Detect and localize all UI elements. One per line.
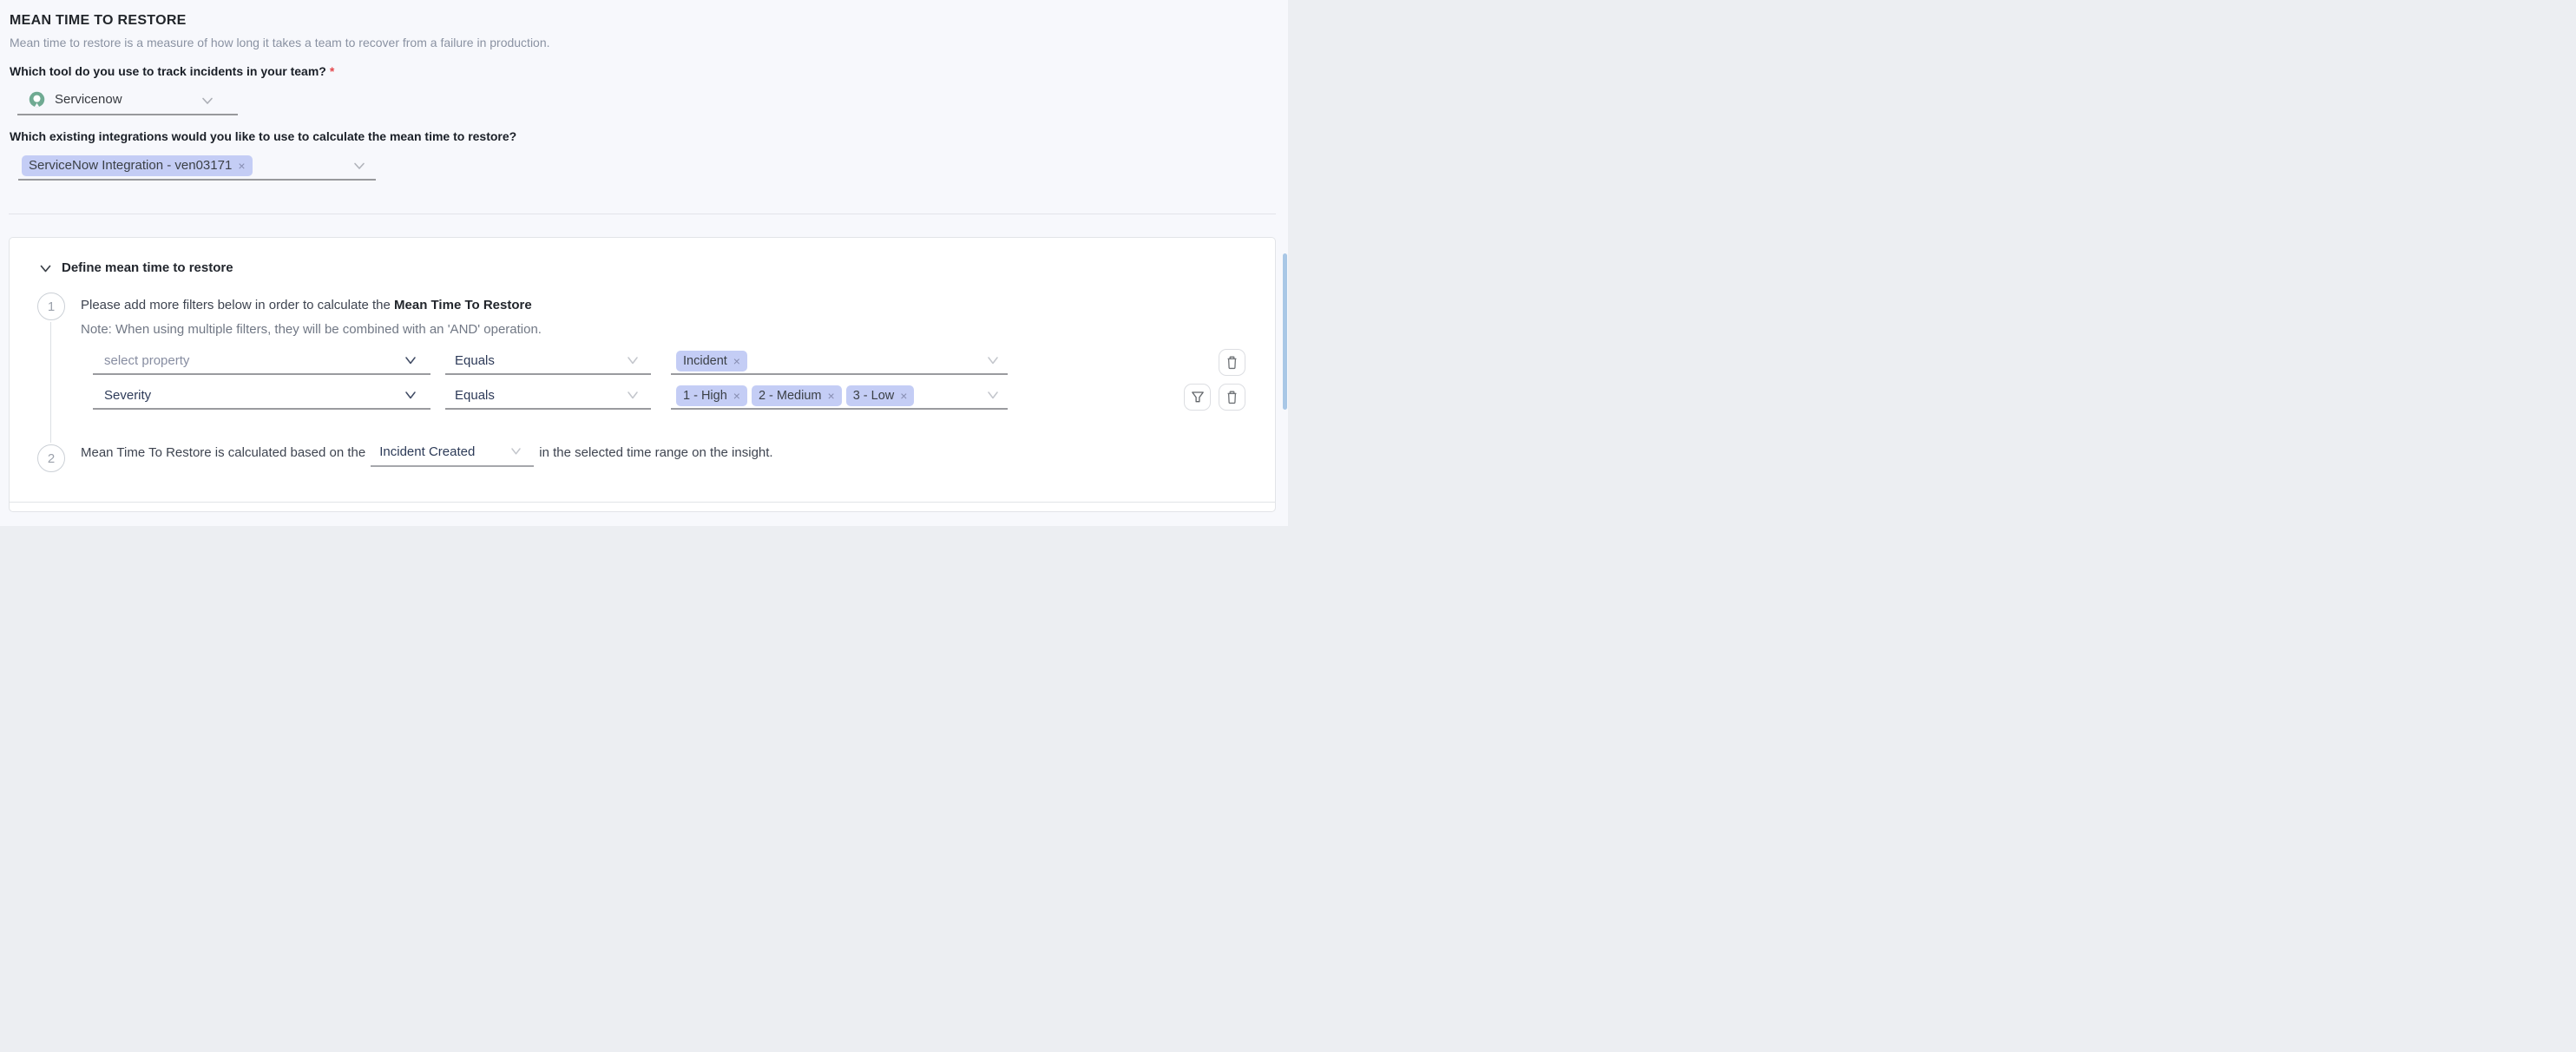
step-1-number: 1 bbox=[48, 299, 55, 314]
operator-select[interactable]: Equals bbox=[445, 383, 651, 410]
operator-select-value: Equals bbox=[455, 353, 495, 368]
integrations-select[interactable]: ServiceNow Integration - ven03171 × bbox=[18, 152, 376, 181]
value-tag[interactable]: 3 - Low × bbox=[846, 385, 915, 406]
page-subtitle: Mean time to restore is a measure of how… bbox=[10, 36, 550, 49]
tag-remove-icon[interactable]: × bbox=[828, 389, 835, 403]
operator-select[interactable]: Equals bbox=[445, 348, 651, 375]
required-asterisk: * bbox=[330, 64, 334, 78]
chevron-down-icon bbox=[627, 356, 639, 365]
tag-remove-icon[interactable]: × bbox=[733, 389, 740, 403]
chevron-down-icon bbox=[201, 96, 214, 105]
filter-row: Severity Equals 1 - High × 2 - Medium × bbox=[10, 383, 1275, 410]
integration-tag-label: ServiceNow Integration - ven03171 bbox=[29, 158, 232, 173]
value-tag-label: 3 - Low bbox=[853, 389, 895, 403]
card-collapse-header[interactable]: Define mean time to restore bbox=[39, 260, 233, 277]
define-mttr-card: Define mean time to restore 1 Please add… bbox=[9, 237, 1276, 512]
value-tag-label: Incident bbox=[683, 354, 727, 368]
mean-time-to-restore-page: MEAN TIME TO RESTORE Mean time to restor… bbox=[0, 0, 1288, 526]
chevron-down-icon bbox=[627, 391, 639, 400]
vertical-scrollbar-thumb[interactable] bbox=[1283, 253, 1287, 410]
value-tag[interactable]: Incident × bbox=[676, 351, 747, 371]
tool-select-value: Servicenow bbox=[55, 92, 122, 107]
event-type-select[interactable]: Incident Created bbox=[371, 438, 534, 467]
integrations-question-label: Which existing integrations would you li… bbox=[10, 129, 516, 143]
chevron-down-icon bbox=[987, 356, 999, 365]
property-select-value: Severity bbox=[104, 388, 151, 403]
chevron-down-icon bbox=[987, 391, 999, 400]
page-title: MEAN TIME TO RESTORE bbox=[10, 13, 187, 29]
property-select-placeholder: select property bbox=[104, 353, 189, 368]
value-tag[interactable]: 1 - High × bbox=[676, 385, 747, 406]
trash-icon bbox=[1226, 356, 1239, 370]
step-2-text-prefix: Mean Time To Restore is calculated based… bbox=[81, 445, 365, 460]
step-2-number: 2 bbox=[48, 451, 55, 466]
filter-settings-button[interactable] bbox=[1184, 384, 1211, 411]
filter-row: select property Equals Incident × bbox=[10, 348, 1275, 375]
integration-tag[interactable]: ServiceNow Integration - ven03171 × bbox=[22, 155, 253, 176]
step-1-badge: 1 bbox=[37, 293, 65, 320]
delete-filter-button[interactable] bbox=[1219, 349, 1245, 376]
event-type-select-value: Incident Created bbox=[379, 444, 475, 459]
value-multiselect[interactable]: 1 - High × 2 - Medium × 3 - Low × bbox=[671, 383, 1008, 410]
tag-remove-icon[interactable]: × bbox=[238, 159, 245, 173]
step-2-instruction: Mean Time To Restore is calculated based… bbox=[81, 437, 773, 467]
delete-filter-button[interactable] bbox=[1219, 384, 1245, 411]
tag-remove-icon[interactable]: × bbox=[900, 389, 907, 403]
chevron-down-icon bbox=[404, 356, 417, 365]
tool-question-text: Which tool do you use to track incidents… bbox=[10, 64, 326, 78]
chevron-down-icon bbox=[353, 161, 365, 170]
card-footer-divider bbox=[10, 502, 1275, 503]
step-1-instruction: Please add more filters below in order t… bbox=[81, 297, 532, 314]
chevron-down-icon bbox=[510, 447, 522, 456]
value-tag-label: 2 - Medium bbox=[759, 389, 822, 403]
chevron-down-icon[interactable] bbox=[39, 264, 52, 273]
property-select[interactable]: select property bbox=[93, 348, 430, 375]
card-header-title: Define mean time to restore bbox=[62, 260, 233, 277]
tag-remove-icon[interactable]: × bbox=[733, 354, 740, 368]
tool-select[interactable]: Servicenow bbox=[17, 87, 238, 115]
trash-icon bbox=[1226, 391, 1239, 404]
servicenow-logo-icon bbox=[28, 90, 46, 108]
funnel-icon bbox=[1191, 391, 1205, 404]
chevron-down-icon bbox=[404, 391, 417, 400]
step-1-note: Note: When using multiple filters, they … bbox=[81, 321, 542, 339]
tool-question-label: Which tool do you use to track incidents… bbox=[10, 64, 334, 78]
property-select[interactable]: Severity bbox=[93, 383, 430, 410]
value-tag[interactable]: 2 - Medium × bbox=[752, 385, 842, 406]
value-tag-label: 1 - High bbox=[683, 389, 727, 403]
operator-select-value: Equals bbox=[455, 388, 495, 403]
step-2-badge: 2 bbox=[37, 444, 65, 472]
step-2-text-suffix: in the selected time range on the insigh… bbox=[539, 445, 772, 460]
step-1-instruction-text: Please add more filters below in order t… bbox=[81, 298, 394, 312]
value-multiselect[interactable]: Incident × bbox=[671, 348, 1008, 375]
step-1-instruction-bold: Mean Time To Restore bbox=[394, 298, 532, 312]
